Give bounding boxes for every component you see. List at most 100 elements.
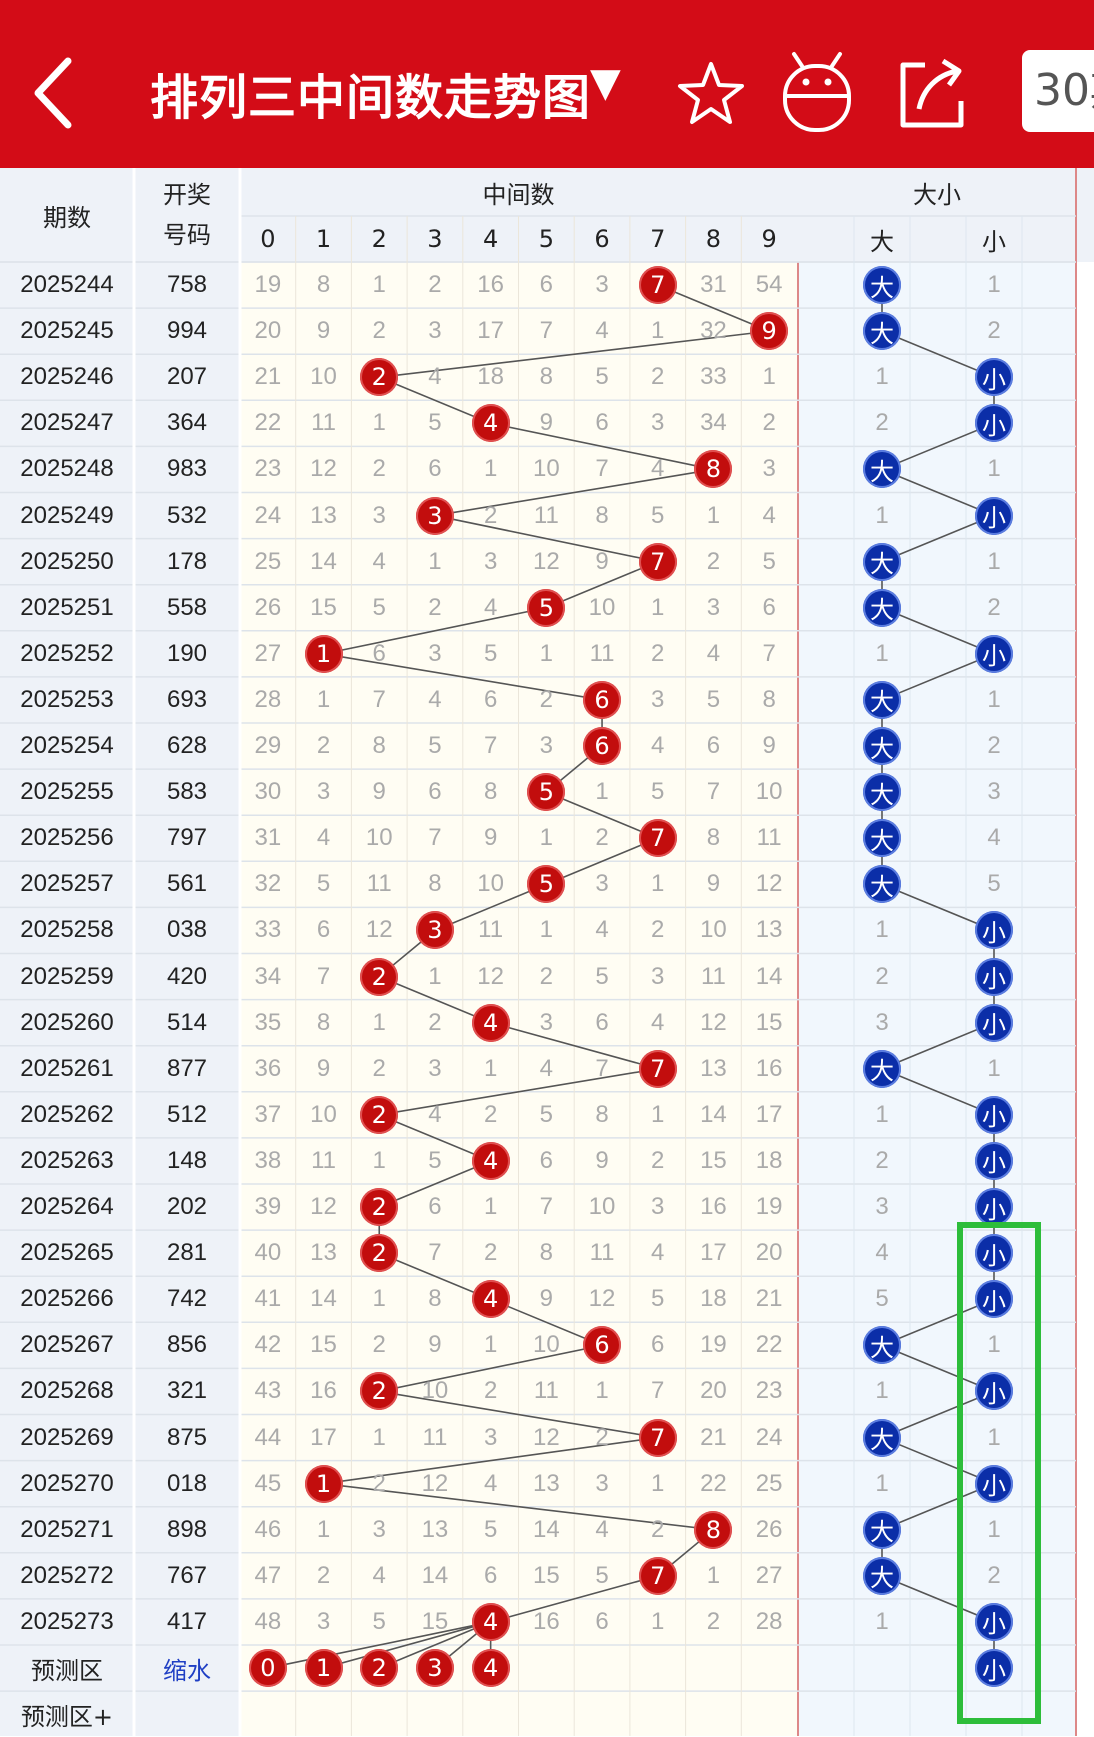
miss-count-cell: 11 xyxy=(533,1377,559,1405)
size-ball[interactable]: 大 xyxy=(863,773,901,812)
miss-count-cell: 4 xyxy=(595,916,609,944)
miss-count-cell: 12 xyxy=(421,1469,449,1497)
middle-digit-ball[interactable]: 4 xyxy=(471,1003,510,1042)
miss-count-cell: 6 xyxy=(539,271,554,299)
middle-digit-ball[interactable]: 4 xyxy=(471,1141,510,1180)
draw-number-cell: 207 xyxy=(166,363,208,391)
size-ball[interactable]: 大 xyxy=(863,266,901,305)
size-ball[interactable]: 小 xyxy=(975,1141,1013,1180)
size-ball[interactable]: 小 xyxy=(975,957,1013,996)
size-ball[interactable]: 小 xyxy=(975,1188,1013,1227)
middle-digit-ball[interactable]: 2 xyxy=(360,1095,399,1134)
forecast-digit-ball[interactable]: 4 xyxy=(471,1649,510,1688)
miss-count-cell: 3 xyxy=(316,778,331,806)
middle-digit-ball[interactable]: 2 xyxy=(360,957,399,996)
miss-count-cell: 1 xyxy=(762,363,776,391)
forecast-digit-ball[interactable]: 1 xyxy=(304,1649,343,1688)
middle-digit-ball[interactable]: 7 xyxy=(638,819,677,858)
size-miss-cell: 1 xyxy=(987,547,1001,575)
miss-count-cell: 4 xyxy=(651,455,665,483)
forecast-digit-ball[interactable]: 3 xyxy=(415,1649,454,1688)
size-ball[interactable]: 小 xyxy=(975,358,1013,397)
middle-digit-ball[interactable]: 3 xyxy=(415,496,454,535)
miss-count-cell: 9 xyxy=(483,824,498,852)
size-ball[interactable]: 大 xyxy=(863,1556,901,1595)
middle-digit-ball[interactable]: 1 xyxy=(304,1464,343,1503)
size-ball[interactable]: 小 xyxy=(975,1095,1013,1134)
draw-number-cell: 898 xyxy=(166,1515,208,1543)
size-ball[interactable]: 大 xyxy=(863,542,901,581)
middle-digit-ball[interactable]: 4 xyxy=(471,1602,510,1641)
middle-digit-ball[interactable]: 7 xyxy=(638,1049,677,1088)
miss-count-cell: 4 xyxy=(372,547,386,575)
miss-count-cell: 1 xyxy=(372,1008,386,1036)
miss-count-cell: 48 xyxy=(254,1607,282,1635)
highlight-box xyxy=(957,1222,1041,1724)
middle-digit-ball[interactable]: 7 xyxy=(638,266,677,305)
middle-digit-ball[interactable]: 4 xyxy=(471,404,510,443)
size-ball[interactable]: 小 xyxy=(975,496,1013,535)
size-ball[interactable]: 大 xyxy=(863,1418,901,1457)
miss-count-cell: 17 xyxy=(700,1239,727,1267)
middle-digit-ball[interactable]: 8 xyxy=(694,1510,733,1549)
miss-count-cell: 4 xyxy=(428,363,442,391)
size-ball[interactable]: 大 xyxy=(863,680,901,719)
middle-digit-ball[interactable]: 6 xyxy=(583,680,622,719)
period-count-button[interactable]: 30期 xyxy=(1022,50,1094,132)
size-header-small: 小 xyxy=(982,227,1006,256)
miss-count-cell: 7 xyxy=(762,639,776,667)
size-miss-cell: 2 xyxy=(875,409,889,437)
middle-digit-ball[interactable]: 5 xyxy=(527,588,566,627)
middle-digit-ball[interactable]: 6 xyxy=(583,727,622,766)
size-ball[interactable]: 大 xyxy=(863,588,901,627)
middle-digit-ball[interactable]: 7 xyxy=(638,1556,677,1595)
miss-count-cell: 21 xyxy=(254,363,282,391)
robot-icon[interactable] xyxy=(780,50,854,136)
miss-count-cell: 5 xyxy=(595,363,609,391)
miss-count-cell: 3 xyxy=(483,547,498,575)
chevron-left-icon[interactable] xyxy=(30,55,74,131)
miss-count-cell: 9 xyxy=(316,1054,331,1082)
miss-count-cell: 7 xyxy=(706,778,721,806)
miss-count-cell: 1 xyxy=(372,271,386,299)
miss-count-cell: 11 xyxy=(478,916,504,944)
miss-count-cell: 40 xyxy=(254,1239,282,1267)
middle-digit-ball[interactable]: 4 xyxy=(471,1280,510,1319)
size-ball[interactable]: 大 xyxy=(863,727,901,766)
issue-cell: 2025254 xyxy=(20,732,114,760)
miss-count-cell: 1 xyxy=(483,1331,498,1359)
star-icon[interactable] xyxy=(676,60,746,126)
page-title[interactable]: 排列三中间数走势图 xyxy=(150,58,591,128)
miss-count-cell: 3 xyxy=(483,1423,498,1451)
miss-count-cell: 3 xyxy=(372,501,386,529)
size-ball[interactable]: 大 xyxy=(863,1049,901,1088)
miss-count-cell: 2 xyxy=(372,1469,386,1497)
miss-count-cell: 1 xyxy=(651,1100,665,1128)
share-icon[interactable] xyxy=(895,55,969,131)
size-ball[interactable]: 大 xyxy=(863,819,901,858)
size-ball[interactable]: 小 xyxy=(975,634,1013,673)
miss-count-cell: 5 xyxy=(372,1607,386,1635)
miss-count-cell: 31 xyxy=(254,824,282,852)
miss-count-cell: 42 xyxy=(254,1331,282,1359)
miss-count-cell: 3 xyxy=(428,317,442,345)
miss-count-cell: 13 xyxy=(310,1239,337,1267)
miss-count-cell: 10 xyxy=(532,455,560,483)
miss-count-cell: 20 xyxy=(254,317,282,345)
middle-digit-ball[interactable]: 7 xyxy=(638,1418,677,1457)
size-ball[interactable]: 大 xyxy=(863,1510,901,1549)
miss-count-cell: 8 xyxy=(595,1100,609,1128)
miss-count-cell: 2 xyxy=(316,732,331,760)
forecast-digit-ball[interactable]: 0 xyxy=(248,1649,287,1688)
size-ball[interactable]: 大 xyxy=(863,312,901,351)
miss-count-cell: 5 xyxy=(316,870,331,898)
miss-count-cell: 1 xyxy=(595,778,609,806)
draw-number-cell: 983 xyxy=(166,455,208,483)
size-ball[interactable]: 小 xyxy=(975,1003,1013,1042)
draw-number-cell: 693 xyxy=(166,685,208,713)
forecast-link[interactable]: 缩水 xyxy=(134,1645,240,1691)
middle-digit-ball[interactable]: 1 xyxy=(304,634,343,673)
issue-cell: 2025247 xyxy=(20,409,114,437)
middle-digit-ball[interactable]: 7 xyxy=(638,542,677,581)
triangle-down-icon[interactable]: ▼ xyxy=(590,60,621,106)
